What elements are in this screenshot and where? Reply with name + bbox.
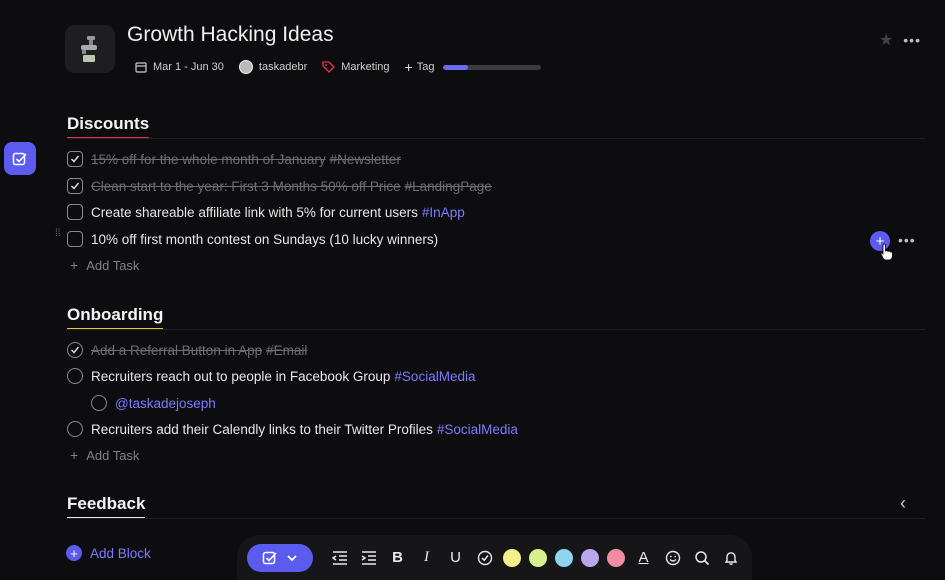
add-tag-button[interactable]: + Tag <box>405 59 435 75</box>
color-swatches <box>499 548 629 567</box>
task-text: Clean start to the year: First 3 Months … <box>91 178 401 194</box>
task-item[interactable]: Recruiters add their Calendly links to t… <box>67 419 518 439</box>
calendar-icon <box>135 62 147 73</box>
task-checkbox[interactable] <box>67 231 83 247</box>
task-checkbox[interactable] <box>67 178 83 194</box>
task-item[interactable]: Create shareable affiliate link with 5% … <box>67 202 465 222</box>
outdent-icon <box>331 550 347 565</box>
reminder-button[interactable] <box>716 544 745 572</box>
faucet-icon <box>81 36 97 62</box>
section-title-onboarding[interactable]: Onboarding <box>67 305 164 330</box>
task-tag[interactable]: #Newsletter <box>330 152 401 167</box>
divider <box>67 518 925 519</box>
task-tag[interactable]: #SocialMedia <box>437 422 518 437</box>
plus-icon: + <box>404 59 413 75</box>
page-title[interactable]: Growth Hacking Ideas <box>127 23 334 47</box>
text-color-button[interactable]: A <box>629 544 658 572</box>
task-checkbox[interactable] <box>67 421 83 437</box>
divider <box>67 138 925 139</box>
star-icon[interactable]: ★ <box>879 30 893 50</box>
subtask-item[interactable]: @taskadejoseph <box>91 393 216 413</box>
hand-cursor-icon <box>880 243 893 261</box>
add-task-button[interactable]: + Add Task <box>70 447 139 463</box>
search-button[interactable] <box>687 544 716 572</box>
task-checkbox[interactable] <box>67 368 83 384</box>
edit-checkbox-icon <box>262 551 277 564</box>
edit-checkbox-icon <box>12 152 27 165</box>
task-checkbox[interactable] <box>67 342 83 358</box>
task-more-options-icon[interactable]: ••• <box>898 232 916 248</box>
header-actions: ★ ••• <box>879 30 921 50</box>
color-swatch[interactable] <box>503 548 521 567</box>
bell-icon <box>724 551 737 565</box>
indent-button[interactable] <box>354 544 383 572</box>
task-text: Recruiters reach out to people in Facebo… <box>91 368 391 384</box>
user-mention[interactable]: @taskadejoseph <box>115 396 216 411</box>
chevron-left-icon[interactable]: ‹ <box>900 493 906 514</box>
task-text: Create shareable affiliate link with 5% … <box>91 204 418 220</box>
color-swatch[interactable] <box>607 548 625 567</box>
add-tag-label: Tag <box>416 61 435 73</box>
task-text: 15% off for the whole month of January <box>91 151 326 167</box>
check-icon <box>70 346 80 354</box>
check-icon <box>70 155 80 163</box>
color-swatch[interactable] <box>555 548 573 567</box>
add-task-button[interactable]: + Add Task <box>70 257 139 273</box>
tag-icon <box>322 60 336 73</box>
smiley-icon <box>665 550 680 565</box>
task-item[interactable]: 15% off for the whole month of January #… <box>67 149 401 169</box>
task-item[interactable]: 10% off first month contest on Sundays (… <box>67 229 438 249</box>
bold-button[interactable]: B <box>383 544 412 572</box>
task-item[interactable]: Add a Referral Button in App #Email <box>67 340 307 360</box>
formatting-toolbar: B I U A <box>237 535 752 580</box>
tag-label: Marketing <box>341 61 390 73</box>
emoji-button[interactable] <box>658 544 687 572</box>
color-swatch[interactable] <box>581 548 599 567</box>
section-title-feedback[interactable]: Feedback <box>67 494 146 519</box>
chevron-down-icon <box>287 554 297 561</box>
task-checkbox[interactable] <box>91 395 107 411</box>
project-icon[interactable] <box>65 25 115 73</box>
italic-button[interactable]: I <box>412 544 441 572</box>
date-range[interactable]: Mar 1 - Jun 30 <box>135 61 224 73</box>
search-icon <box>694 550 709 565</box>
indent-icon <box>361 550 376 565</box>
block-type-dropdown[interactable] <box>247 543 313 572</box>
tag-marketing[interactable]: Marketing <box>322 60 390 74</box>
task-tag[interactable]: #LandingPage <box>405 179 492 194</box>
task-item[interactable]: Clean start to the year: First 3 Months … <box>67 176 492 196</box>
task-checkbox[interactable] <box>67 204 83 220</box>
task-mode-button[interactable] <box>4 142 36 175</box>
more-options-icon[interactable]: ••• <box>903 32 921 48</box>
plus-icon: + <box>70 447 79 463</box>
check-circle-icon <box>477 550 492 565</box>
task-item[interactable]: Recruiters reach out to people in Facebo… <box>67 366 475 386</box>
task-checkbox[interactable] <box>67 151 83 167</box>
task-tag[interactable]: #SocialMedia <box>394 369 475 384</box>
divider <box>67 329 925 330</box>
check-icon <box>70 182 80 190</box>
progress-bar <box>443 64 542 70</box>
task-tag[interactable]: #Email <box>266 343 307 358</box>
plus-circle-icon: + <box>66 545 82 561</box>
underline-button[interactable]: U <box>441 544 470 572</box>
task-text: Add a Referral Button in App <box>91 342 263 358</box>
avatar <box>238 60 253 74</box>
outdent-button[interactable] <box>325 544 354 572</box>
task-text: 10% off first month contest on Sundays (… <box>91 231 439 247</box>
plus-icon: + <box>70 257 79 273</box>
task-tag[interactable]: #InApp <box>422 205 465 220</box>
task-text: Recruiters add their Calendly links to t… <box>91 421 433 437</box>
owner[interactable]: taskadebr <box>238 60 308 74</box>
progress-fill <box>443 64 468 70</box>
project-meta: Mar 1 - Jun 30 taskadebr Marketing + Tag <box>135 59 542 75</box>
checklist-button[interactable] <box>470 544 499 572</box>
drag-handle-icon[interactable]: ⁞⁞ <box>55 229 61 239</box>
owner-name: taskadebr <box>258 61 308 73</box>
section-title-discounts[interactable]: Discounts <box>67 114 150 139</box>
date-range-text: Mar 1 - Jun 30 <box>153 61 224 73</box>
add-block-button[interactable]: + Add Block <box>66 545 151 561</box>
color-swatch[interactable] <box>529 548 547 567</box>
